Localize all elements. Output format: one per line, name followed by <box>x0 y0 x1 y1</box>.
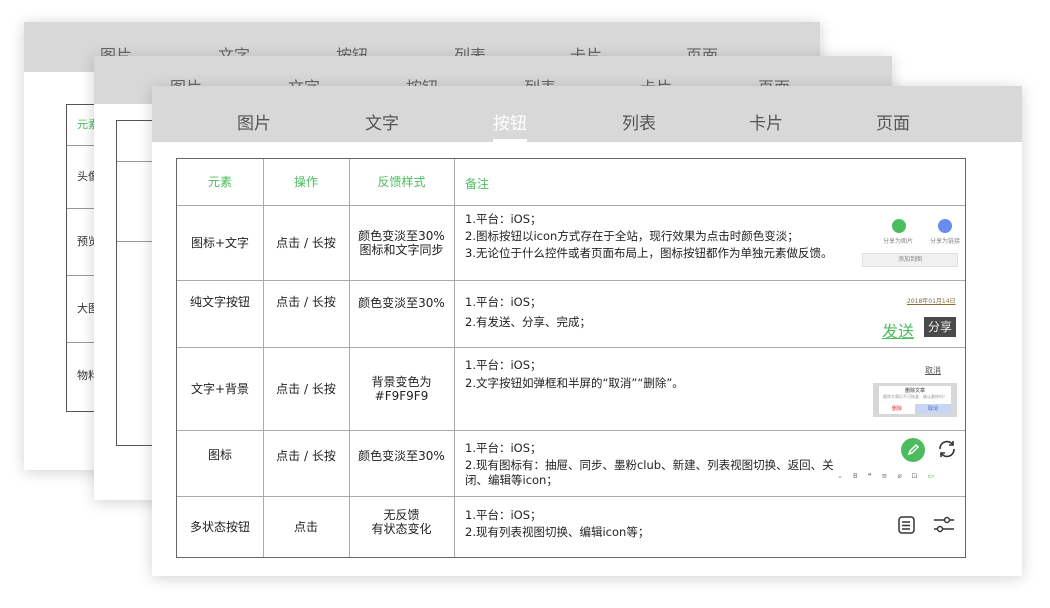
table-row: 图标+文字 点击 / 长按 颜色变淡至30% 图标和文字同步 1.平台：iOS；… <box>177 205 965 281</box>
tab-images[interactable]: 图片 <box>237 109 271 134</box>
row-action: 点击 / 长按 <box>276 235 336 250</box>
edit-pencil-icon <box>901 438 925 462</box>
row-element: 文字+背景 <box>190 381 250 396</box>
row-feedback: 颜色变淡至30% 图标和文字同步 <box>349 205 454 280</box>
note-line: 1.平台：iOS； <box>465 358 542 372</box>
row-element: 图标+文字 <box>190 235 250 250</box>
share-image-icon <box>892 219 906 233</box>
share-button-preview: 分享 <box>924 317 956 337</box>
row-feedback: 无反馈 有状态变化 <box>349 496 454 557</box>
note-line: 2.文字按钮如弹框和半屏的“取消”“删除”。 <box>465 376 684 390</box>
tab-buttons[interactable]: 按钮 <box>493 109 527 134</box>
button-feedback-table: 元素 操作 反馈样式 备注 图标+文字 点击 / 长按 颜色变淡至30% 图标和… <box>176 158 966 558</box>
note-line: 2.图标按钮以icon方式存在于全站，现行效果为点击时颜色变淡； <box>465 229 799 243</box>
share-image-label: 分享为图片 <box>883 238 914 245</box>
row-notes: 1.平台：iOS； 2.文字按钮如弹框和半屏的“取消”“删除”。 <box>465 356 684 392</box>
feedback-line: 颜色变淡至30% <box>358 228 445 243</box>
add-preview-label: 添加到图 <box>897 256 922 263</box>
header-element: 元素 <box>207 175 232 189</box>
row-feedback: 背景变色为#F9F9F9 <box>371 374 432 403</box>
sync-icon <box>936 438 958 460</box>
share-link-label: 分享为链接 <box>930 238 961 245</box>
delete-dialog-preview: 删除文章 删除文章后不可恢复，确认删除吗？ 删除 取消 <box>873 383 957 417</box>
table-row: 图标 点击 / 长按 颜色变淡至30% 1.平台：iOS； 2.现有图标有：抽屉… <box>177 430 965 497</box>
row-feedback: 颜色变淡至30% <box>358 449 445 463</box>
row-notes: 1.平台：iOS； 2.现有列表视图切换、编辑icon等； <box>465 507 649 541</box>
note-line: 1.平台：iOS； <box>465 212 542 226</box>
row-notes: 1.平台：iOS； 2.图标按钮以icon方式存在于全站，现行效果为点击时颜色变… <box>465 211 832 262</box>
active-tab-indicator <box>493 139 527 142</box>
header-notes: 备注 <box>465 177 490 191</box>
note-line: 1.平台：iOS； <box>465 441 542 455</box>
table-row: 文字+背景 点击 / 长按 背景变色为#F9F9F9 1.平台：iOS； 2.文… <box>177 347 965 431</box>
row-action: 点击 / 长按 <box>276 381 336 396</box>
settings-sliders-icon <box>932 515 956 535</box>
row-feedback: 颜色变淡至30% <box>358 296 445 310</box>
feedback-line: 有状态变化 <box>371 522 432 536</box>
feedback-line: 图标和文字同步 <box>359 242 444 257</box>
row-action: 点击 / 长按 <box>276 295 336 309</box>
link-icon: ⌀ <box>897 472 902 480</box>
row-element: 多状态按钮 <box>189 519 250 534</box>
table-header-row: 元素 操作 反馈样式 备注 <box>177 159 965 206</box>
table-row: 多状态按钮 点击 无反馈 有状态变化 1.平台：iOS； 2.现有列表视图切换、… <box>177 496 965 557</box>
row-element: 纯文字按钮 <box>189 295 250 309</box>
row-notes: 1.平台：iOS； 2.现有图标有：抽屉、同步、墨粉club、新建、列表视图切换… <box>465 441 834 488</box>
cancel-text-preview: 取消 <box>925 366 941 375</box>
note-line: 1.平台：iOS； <box>465 295 542 309</box>
collapse-icon: ⌄ <box>837 472 843 480</box>
add-preview-button: 添加到图 <box>862 253 958 267</box>
dialog-description: 删除文章后不可恢复，确认删除吗？ <box>883 394 947 399</box>
note-line: 3.无论位于什么控件或者页面布局上，图标按钮都作为单独元素做反馈。 <box>465 246 833 260</box>
dialog-box: 删除文章 删除文章后不可恢复，确认删除吗？ 删除 取消 <box>879 386 951 414</box>
mid-table-divider <box>117 241 157 242</box>
note-line: 2.现有图标有：抽屉、同步、墨粉club、新建、列表视图切换、返回、关 <box>465 458 834 472</box>
header-action: 操作 <box>293 175 318 189</box>
bold-icon: B <box>852 472 858 480</box>
quote-icon: ❝ <box>867 472 872 480</box>
send-text-button: 发送 <box>882 322 915 341</box>
date-preview: 2018年01月14日 <box>907 298 956 305</box>
tab-cards[interactable]: 卡片 <box>749 109 783 134</box>
dialog-delete-button: 删除 <box>891 406 902 412</box>
row-element: 图标 <box>207 448 232 462</box>
tab-lists[interactable]: 列表 <box>622 109 656 134</box>
dialog-cancel-button: 取消 <box>915 404 951 414</box>
note-line: 2.现有列表视图切换、编辑icon等； <box>465 525 650 539</box>
mid-table-divider <box>117 161 157 162</box>
tab-pages[interactable]: 页面 <box>876 109 910 134</box>
dialog-title: 删除文章 <box>904 388 925 394</box>
row-action: 点击 <box>293 519 318 534</box>
keyboard-icon: ▭ <box>927 472 935 480</box>
editor-toolbar-preview: ⌄ B ❝ ≡ ⌀ ⊡ ▭ <box>837 472 934 480</box>
tab-bar: 图片 文字 按钮 列表 卡片 页面 <box>152 86 1022 142</box>
note-line: 闭、编辑等icon； <box>465 473 558 487</box>
front-card: 图片 文字 按钮 列表 卡片 页面 元素 操作 反馈样式 备注 图标+文字 点击… <box>152 86 1022 576</box>
note-line: 1.平台：iOS； <box>465 508 542 522</box>
image-icon: ⊡ <box>911 472 918 480</box>
list-view-icon <box>897 515 917 535</box>
feedback-line: 无反馈 <box>383 508 420 522</box>
row-notes: 1.平台：iOS； 2.有发送、分享、完成； <box>465 292 591 332</box>
header-feedback: 反馈样式 <box>377 175 426 189</box>
list-icon: ≡ <box>881 472 888 480</box>
row-action: 点击 / 长按 <box>276 449 336 463</box>
table-row: 纯文字按钮 点击 / 长按 颜色变淡至30% 1.平台：iOS； 2.有发送、分… <box>177 280 965 348</box>
tab-text[interactable]: 文字 <box>365 109 399 134</box>
share-link-icon <box>938 219 952 233</box>
note-line: 2.有发送、分享、完成； <box>465 315 591 329</box>
